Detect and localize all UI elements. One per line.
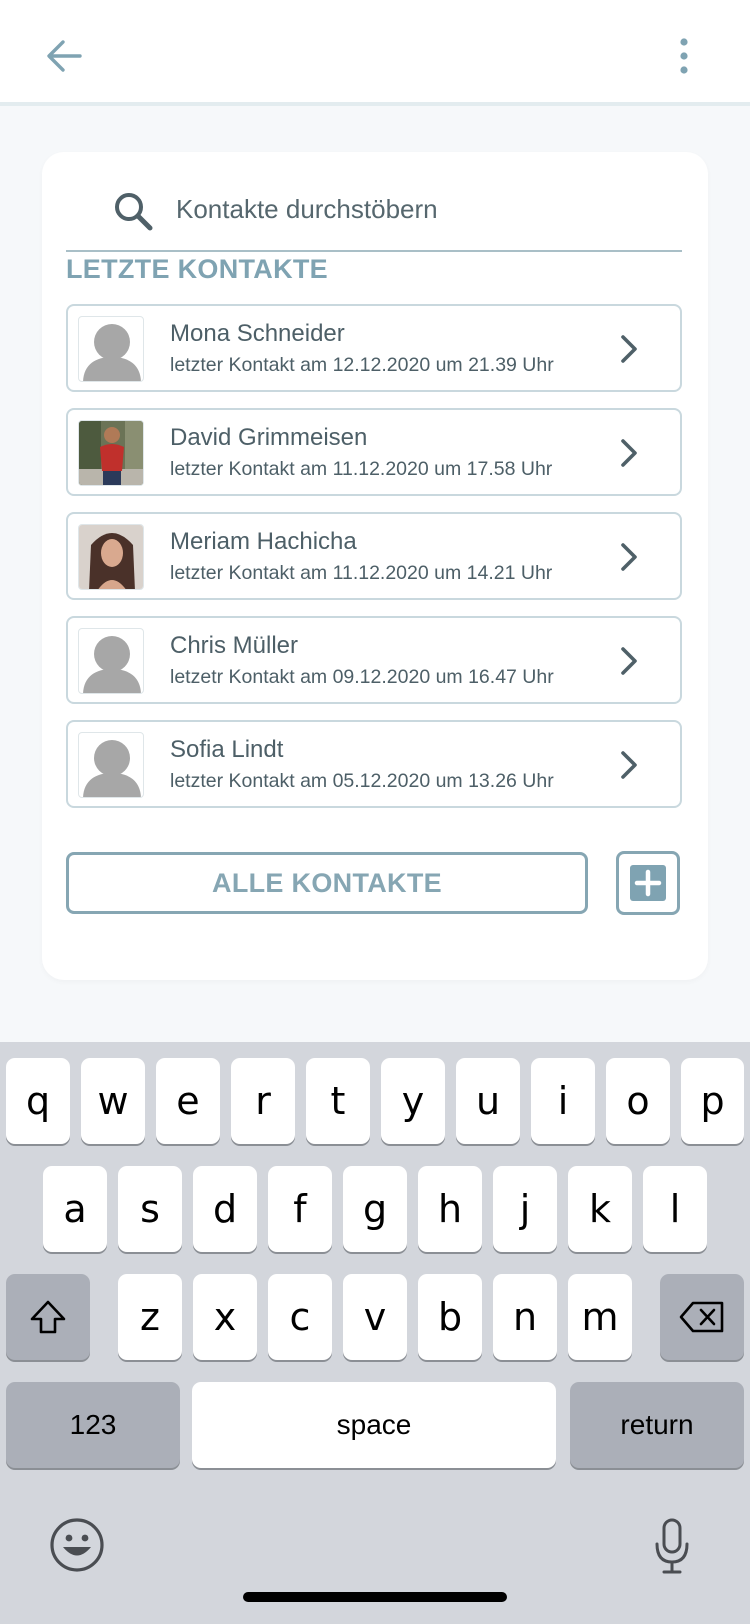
on-screen-keyboard: q w e r t y u i o p a s d f g h j k l z … (0, 1042, 750, 1624)
search-bar (66, 166, 682, 252)
search-icon (112, 190, 156, 234)
more-options-button[interactable] (664, 30, 704, 82)
recent-contacts-list: Mona Schneider letzter Kontakt am 12.12.… (66, 304, 682, 824)
microphone-icon (655, 1518, 689, 1574)
key-j[interactable]: j (493, 1166, 557, 1252)
chevron-right-icon (621, 439, 637, 467)
contact-item[interactable]: Chris Müller letzetr Kontakt am 09.12.20… (66, 616, 682, 704)
contact-last-contact: letzter Kontakt am 11.12.2020 um 14.21 U… (170, 562, 553, 584)
contact-item[interactable]: Sofia Lindt letzter Kontakt am 05.12.202… (66, 720, 682, 808)
key-h[interactable]: h (418, 1166, 482, 1252)
key-e[interactable]: e (156, 1058, 220, 1144)
arrow-left-icon (47, 40, 82, 72)
key-k[interactable]: k (568, 1166, 632, 1252)
delete-backspace-icon (679, 1301, 724, 1333)
space-key[interactable]: space (192, 1382, 556, 1468)
key-f[interactable]: f (268, 1166, 332, 1252)
key-u[interactable]: u (456, 1058, 520, 1144)
key-c[interactable]: c (268, 1274, 332, 1360)
key-v[interactable]: v (343, 1274, 407, 1360)
contact-last-contact: letzter Kontakt am 11.12.2020 um 17.58 U… (170, 458, 553, 480)
contact-name: Meriam Hachicha (170, 528, 357, 555)
avatar-placeholder (78, 628, 144, 694)
plus-square-icon (630, 865, 666, 901)
contact-item[interactable]: Mona Schneider letzter Kontakt am 12.12.… (66, 304, 682, 392)
contact-last-contact: letzter Kontakt am 12.12.2020 um 21.39 U… (170, 354, 554, 376)
key-g[interactable]: g (343, 1166, 407, 1252)
avatar-placeholder (78, 316, 144, 382)
all-contacts-button[interactable]: ALLE KONTAKTE (66, 852, 588, 914)
key-p[interactable]: p (681, 1058, 744, 1144)
contacts-card: LETZTE KONTAKTE Mona Schneider letzter K… (42, 152, 708, 980)
return-key[interactable]: return (570, 1382, 744, 1468)
back-button[interactable] (38, 30, 90, 82)
avatar-photo (78, 420, 144, 486)
emoji-button[interactable] (48, 1516, 106, 1574)
key-m[interactable]: m (568, 1274, 632, 1360)
chevron-right-icon (621, 751, 637, 779)
chevron-right-icon (621, 335, 637, 363)
chevron-right-icon (621, 647, 637, 675)
recent-contacts-heading: LETZTE KONTAKTE (66, 254, 328, 284)
more-vertical-icon (680, 38, 688, 74)
key-y[interactable]: y (381, 1058, 445, 1144)
avatar-placeholder (78, 732, 144, 798)
add-contact-button[interactable] (616, 851, 680, 915)
key-i[interactable]: i (531, 1058, 595, 1144)
key-x[interactable]: x (193, 1274, 257, 1360)
key-n[interactable]: n (493, 1274, 557, 1360)
key-d[interactable]: d (193, 1166, 257, 1252)
contact-item[interactable]: David Grimmeisen letzter Kontakt am 11.1… (66, 408, 682, 496)
emoji-icon (50, 1518, 104, 1572)
contact-last-contact: letzter Kontakt am 05.12.2020 um 13.26 U… (170, 770, 554, 792)
key-z[interactable]: z (118, 1274, 182, 1360)
home-indicator[interactable] (243, 1592, 507, 1602)
contact-name: Chris Müller (170, 632, 299, 659)
contact-name: Sofia Lindt (170, 736, 284, 763)
contact-name: Mona Schneider (170, 320, 345, 347)
key-s[interactable]: s (118, 1166, 182, 1252)
search-input[interactable] (176, 186, 656, 232)
shift-key[interactable] (6, 1274, 90, 1360)
key-a[interactable]: a (43, 1166, 107, 1252)
delete-key[interactable] (660, 1274, 744, 1360)
key-r[interactable]: r (231, 1058, 295, 1144)
key-q[interactable]: q (6, 1058, 70, 1144)
chevron-right-icon (621, 543, 637, 571)
top-app-bar (0, 0, 750, 106)
dictation-button[interactable] (652, 1516, 692, 1576)
key-w[interactable]: w (81, 1058, 145, 1144)
contact-last-contact: letzetr Kontakt am 09.12.2020 um 16.47 U… (170, 666, 554, 688)
shift-icon (30, 1300, 66, 1334)
key-b[interactable]: b (418, 1274, 482, 1360)
numbers-key[interactable]: 123 (6, 1382, 180, 1468)
contact-name: David Grimmeisen (170, 424, 368, 451)
key-l[interactable]: l (643, 1166, 707, 1252)
key-t[interactable]: t (306, 1058, 370, 1144)
key-o[interactable]: o (606, 1058, 670, 1144)
contact-item[interactable]: Meriam Hachicha letzter Kontakt am 11.12… (66, 512, 682, 600)
avatar-photo (78, 524, 144, 590)
